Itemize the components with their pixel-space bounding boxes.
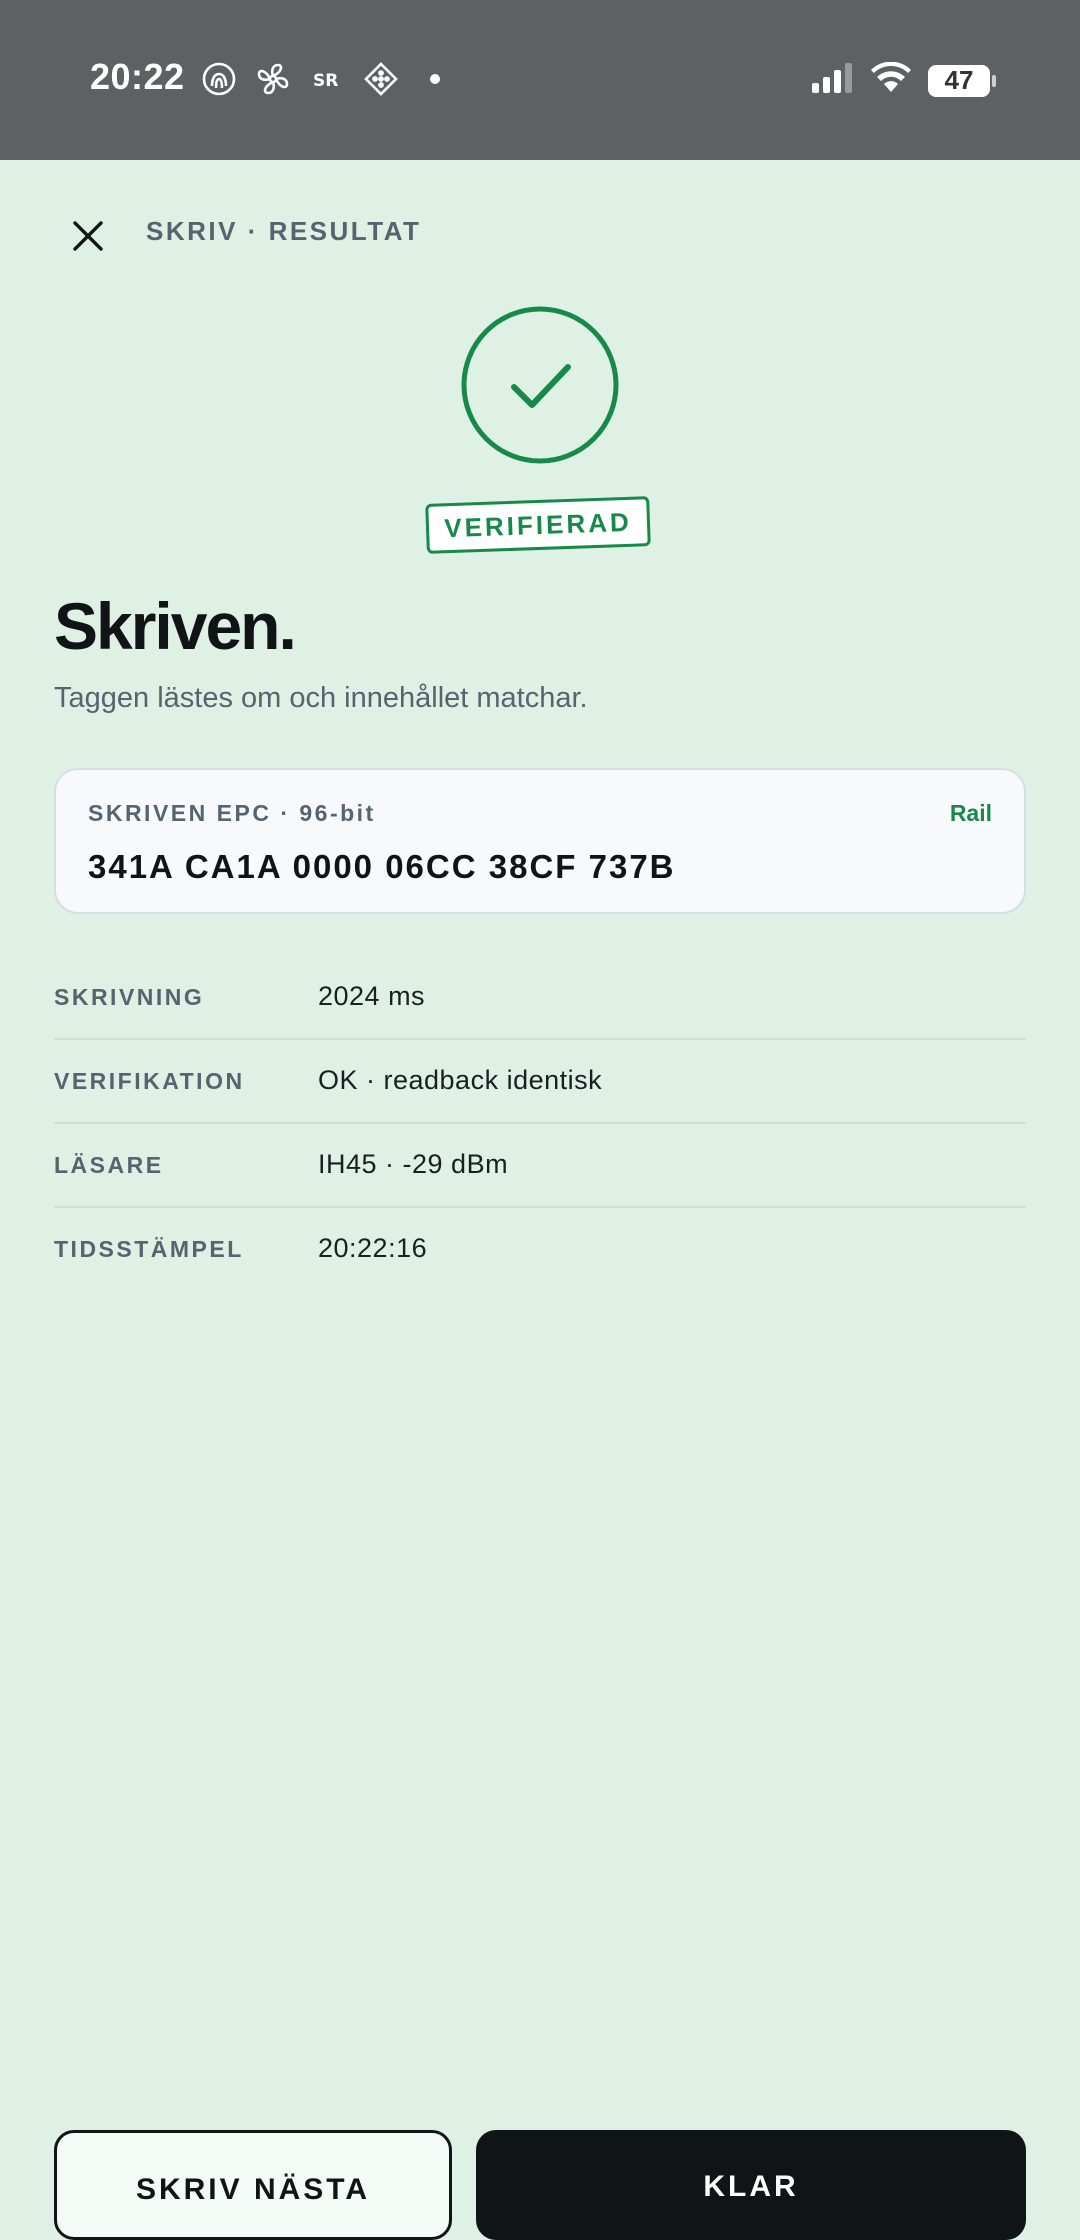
write-next-button[interactable]: SKRIV NÄSTA <box>54 2130 452 2240</box>
detail-value: 20:22:16 <box>318 1233 428 1263</box>
done-button[interactable]: KLAR <box>476 2130 1026 2240</box>
fingerprint-icon <box>200 60 238 98</box>
result-headline: Skriven. <box>54 589 297 663</box>
check-circle-icon <box>460 305 620 465</box>
signal-icon <box>810 63 854 98</box>
detail-row-timestamp: TIDSSTÄMPEL 20:22:16 <box>54 1208 1026 1290</box>
detail-row-write-time: SKRIVNING 2024 ms <box>54 956 1026 1040</box>
system-icons: 47 <box>810 61 996 99</box>
svg-text:SR: SR <box>313 71 338 91</box>
close-button[interactable] <box>58 206 118 266</box>
detail-key: SKRIVNING <box>54 984 205 1010</box>
screen-title: SKRIV · RESULTAT <box>146 216 422 246</box>
close-icon <box>73 221 103 251</box>
result-subtitle: Taggen lästes om och innehållet matchar. <box>54 682 588 714</box>
epc-card: SKRIVEN EPC · 96-bit Rail 341A CA1A 0000… <box>54 768 1026 914</box>
epc-tag-type: Rail <box>949 800 992 826</box>
detail-key: TIDSSTÄMPEL <box>54 1236 244 1262</box>
diamond-grid-icon <box>362 60 400 98</box>
top-app-bar: SKRIV · RESULTAT <box>0 160 1080 300</box>
epc-value: 341A CA1A 0000 06CC 38CF 737B <box>88 848 676 885</box>
detail-value: 2024 ms <box>318 981 426 1011</box>
detail-row-reader: LÄSARE IH45 · -29 dBm <box>54 1124 1026 1208</box>
fan-icon <box>254 60 292 98</box>
details-list: SKRIVNING 2024 ms VERIFIKATION OK · read… <box>54 956 1026 1290</box>
detail-value: OK · readback identisk <box>318 1065 603 1095</box>
verified-badge: VERIFIERAD <box>425 496 651 554</box>
detail-value: IH45 · -29 dBm <box>318 1149 509 1179</box>
epc-label: SKRIVEN EPC · 96-bit <box>88 800 376 826</box>
detail-key: LÄSARE <box>54 1152 164 1178</box>
sr-icon: SR <box>308 60 346 98</box>
dot-icon <box>430 74 440 84</box>
wifi-icon <box>870 61 912 99</box>
notification-icons: SR <box>200 60 440 98</box>
status-time: 20:22 <box>90 56 185 97</box>
detail-key: VERIFIKATION <box>54 1068 245 1094</box>
battery-icon: 47 <box>928 64 996 97</box>
status-bar: 20:22 SR 47 <box>0 0 1080 160</box>
detail-row-verification: VERIFIKATION OK · readback identisk <box>54 1040 1026 1124</box>
